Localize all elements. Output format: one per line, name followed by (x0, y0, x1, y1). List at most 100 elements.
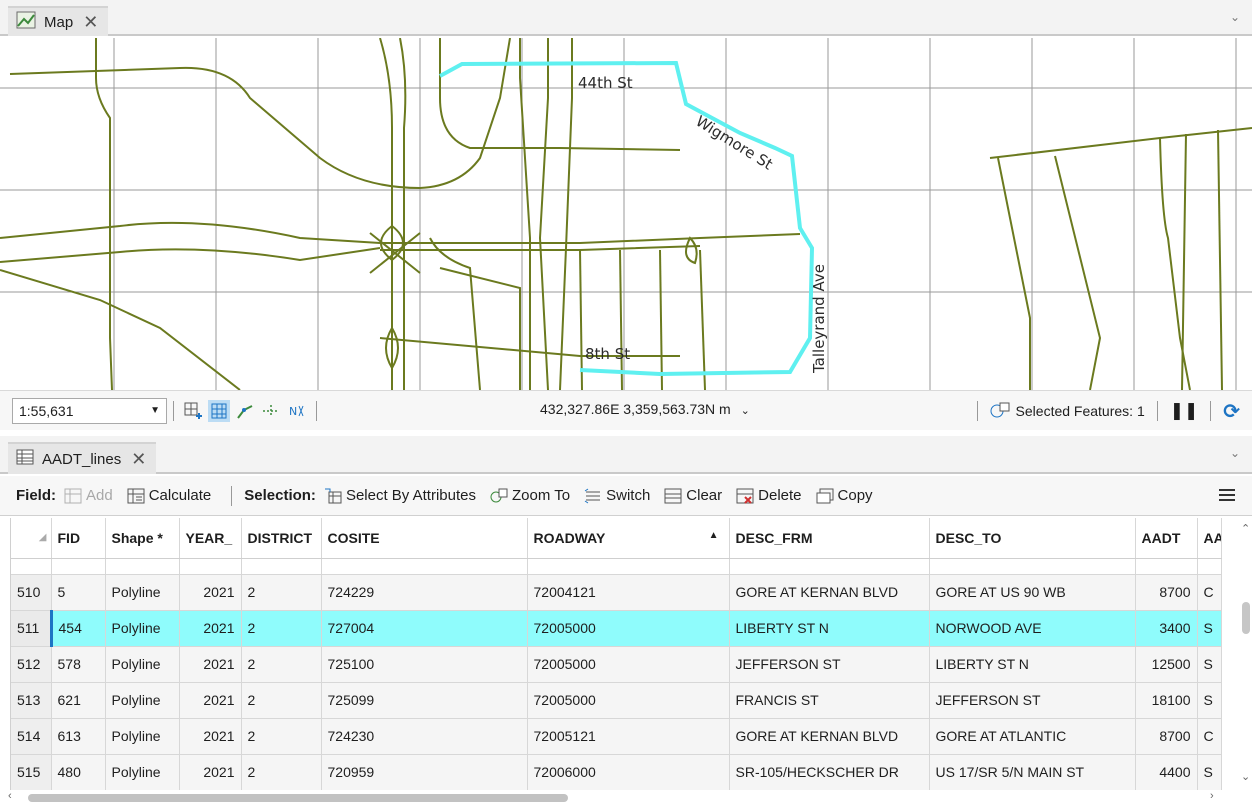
add-field-button[interactable]: Add (64, 487, 113, 504)
vertical-scroll-thumb[interactable] (1242, 602, 1250, 634)
column-header-fid[interactable]: FID (51, 518, 106, 559)
row-number[interactable]: 512 (11, 646, 52, 683)
cell-year[interactable]: 2021 (179, 574, 242, 611)
calculate-button[interactable]: Calculate (127, 487, 211, 504)
row-number[interactable]: 514 (11, 718, 52, 755)
select-by-attributes-button[interactable]: Select By Attributes (324, 487, 476, 504)
cell-district[interactable]: 2 (241, 754, 322, 790)
cell-fid[interactable]: 613 (51, 718, 106, 755)
close-icon[interactable]: ✕ (131, 449, 146, 470)
cell-aai[interactable]: S (1197, 682, 1222, 719)
cell-aadt[interactable]: 12500 (1135, 646, 1198, 683)
delete-button[interactable]: Delete (736, 487, 802, 504)
cell-cosite[interactable]: 720959 (321, 754, 528, 790)
cell-district[interactable]: 2 (241, 718, 322, 755)
cell-shape[interactable]: Polyline (105, 718, 180, 755)
cell-cosite[interactable]: 727004 (321, 610, 528, 647)
cell-desc-frm[interactable]: JEFFERSON ST (729, 646, 930, 683)
column-header-year[interactable]: YEAR_ (179, 518, 242, 559)
add-grid-icon[interactable] (182, 400, 204, 422)
cell-cosite[interactable]: 724229 (321, 574, 528, 611)
cell-fid[interactable]: 578 (51, 646, 106, 683)
cell-shape[interactable]: Polyline (105, 610, 180, 647)
grid-snap-icon[interactable] (208, 399, 230, 422)
cell-cosite[interactable]: 725099 (321, 682, 528, 719)
cell-district[interactable]: 2 (241, 682, 322, 719)
select-all-corner[interactable]: ◢ (11, 518, 52, 559)
cell-desc-to[interactable]: GORE AT US 90 WB (929, 574, 1136, 611)
cell-shape[interactable]: Polyline (105, 646, 180, 683)
cell-roadway[interactable]: 72005000 (527, 646, 730, 683)
pause-icon[interactable]: ❚❚ (1170, 401, 1199, 421)
column-header-desc-frm[interactable]: DESC_FRM (729, 518, 930, 559)
cell-shape[interactable]: Polyline (105, 574, 180, 611)
cell-year[interactable]: 2021 (179, 682, 242, 719)
selected-features-count[interactable]: Selected Features: 1 (1016, 403, 1145, 419)
scroll-left-icon[interactable]: ‹ (8, 790, 12, 802)
column-header-aadt[interactable]: AADT (1135, 518, 1198, 559)
cell-desc-to[interactable]: GORE AT ATLANTIC (929, 718, 1136, 755)
scale-dropdown[interactable]: 1:55,631 ▼ (12, 397, 167, 424)
row-number[interactable]: 513 (11, 682, 52, 719)
clear-button[interactable]: Clear (664, 487, 722, 504)
cell-shape[interactable]: Polyline (105, 682, 180, 719)
close-icon[interactable]: ✕ (83, 12, 98, 33)
table-row[interactable]: 512 578 Polyline 2021 2 725100 72005000 … (11, 646, 1222, 683)
cell-fid[interactable]: 621 (51, 682, 106, 719)
scroll-right-icon[interactable]: › (1210, 790, 1214, 802)
column-header-roadway[interactable]: ROADWAY ▲ (527, 518, 730, 559)
map-view[interactable]: 44th St Wigmore St 8th St Talleyrand Ave (0, 38, 1252, 390)
cell-desc-to[interactable]: NORWOOD AVE (929, 610, 1136, 647)
snapping-icon[interactable] (234, 400, 256, 422)
vertical-scrollbar[interactable]: ⌃ ⌄ (1240, 518, 1252, 790)
cell-roadway[interactable]: 72006000 (527, 754, 730, 790)
chevron-down-icon[interactable]: ⌄ (1230, 446, 1240, 460)
column-header-district[interactable]: DISTRICT (241, 518, 322, 559)
cell-roadway[interactable]: 72004121 (527, 574, 730, 611)
cell-shape[interactable]: Polyline (105, 754, 180, 790)
column-header-cosite[interactable]: COSITE (321, 518, 528, 559)
cell-aai[interactable]: S (1197, 646, 1222, 683)
cell-desc-frm[interactable]: SR-105/HECKSCHER DR (729, 754, 930, 790)
cell-district[interactable]: 2 (241, 574, 322, 611)
refresh-icon[interactable]: ⟳ (1223, 399, 1240, 424)
table-row[interactable]: 513 621 Polyline 2021 2 725099 72005000 … (11, 682, 1222, 719)
cell-fid[interactable]: 480 (51, 754, 106, 790)
cell-year[interactable]: 2021 (179, 754, 242, 790)
cell-roadway[interactable]: 72005000 (527, 610, 730, 647)
hamburger-menu-icon[interactable] (1218, 487, 1236, 507)
cell-fid[interactable]: 454 (51, 610, 106, 647)
column-header-aai[interactable]: AAI (1197, 518, 1222, 559)
table-tab[interactable]: AADT_lines ✕ (8, 442, 157, 474)
horizontal-scrollbar[interactable]: ‹ › (0, 790, 1252, 805)
cell-desc-frm[interactable]: LIBERTY ST N (729, 610, 930, 647)
cell-aai[interactable]: C (1197, 718, 1222, 755)
row-number[interactable]: 510 (11, 574, 52, 611)
cell-desc-frm[interactable]: GORE AT KERNAN BLVD (729, 574, 930, 611)
cell-desc-to[interactable]: US 17/SR 5/N MAIN ST (929, 754, 1136, 790)
scroll-down-icon[interactable]: ⌄ (1241, 770, 1250, 783)
table-row[interactable]: 514 613 Polyline 2021 2 724230 72005121 … (11, 718, 1222, 755)
cell-aadt[interactable]: 3400 (1135, 610, 1198, 647)
cell-year[interactable]: 2021 (179, 646, 242, 683)
cell-desc-to[interactable]: JEFFERSON ST (929, 682, 1136, 719)
cell-desc-to[interactable]: LIBERTY ST N (929, 646, 1136, 683)
column-header-desc-to[interactable]: DESC_TO (929, 518, 1136, 559)
cell-fid[interactable]: 5 (51, 574, 106, 611)
table-row[interactable]: 515 480 Polyline 2021 2 720959 72006000 … (11, 754, 1222, 790)
map-tab[interactable]: Map ✕ (8, 6, 109, 36)
chevron-down-icon[interactable]: ⌄ (1230, 10, 1240, 24)
copy-button[interactable]: Copy (816, 487, 873, 504)
cell-desc-frm[interactable]: GORE AT KERNAN BLVD (729, 718, 930, 755)
cell-roadway[interactable]: 72005121 (527, 718, 730, 755)
cell-roadway[interactable]: 72005000 (527, 682, 730, 719)
cell-year[interactable]: 2021 (179, 718, 242, 755)
table-row[interactable]: 510 5 Polyline 2021 2 724229 72004121 GO… (11, 574, 1222, 611)
horizontal-scroll-thumb[interactable] (28, 794, 568, 802)
cell-aadt[interactable]: 8700 (1135, 718, 1198, 755)
select-features-icon[interactable] (990, 401, 1010, 422)
cell-aai[interactable]: C (1197, 574, 1222, 611)
column-header-shape[interactable]: Shape * (105, 518, 180, 559)
zoom-to-button[interactable]: Zoom To (490, 487, 570, 504)
cell-year[interactable]: 2021 (179, 610, 242, 647)
